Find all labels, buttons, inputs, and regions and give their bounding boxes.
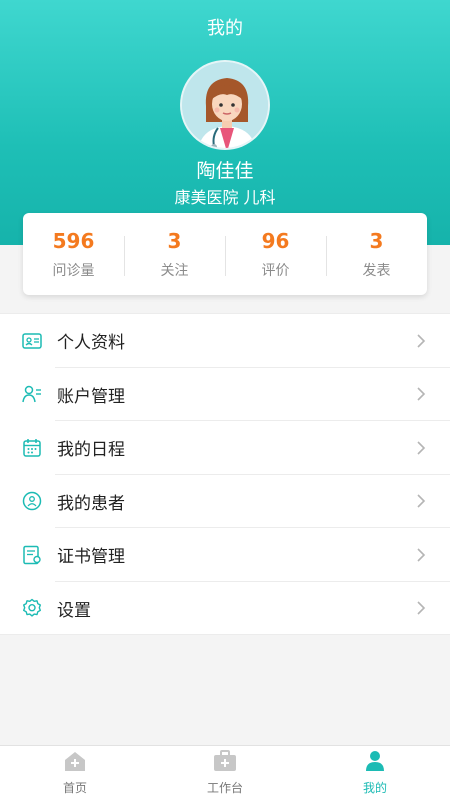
menu-item-account[interactable]: 账户管理 (0, 368, 450, 422)
tab-home[interactable]: 首页 (0, 746, 150, 800)
hospital-department: 康美医院 儿科 (174, 188, 276, 207)
stat-reviews[interactable]: 96 评价 (225, 228, 326, 280)
user-list-icon (21, 383, 43, 405)
tab-mine[interactable]: 我的 (300, 746, 450, 800)
stat-label: 关注 (160, 263, 189, 279)
certificate-icon (21, 544, 43, 566)
menu-item-certificates[interactable]: 证书管理 (0, 528, 450, 582)
menu-item-schedule[interactable]: 我的日程 (0, 421, 450, 475)
id-card-icon (21, 330, 43, 352)
medical-kit-icon (213, 750, 237, 776)
bottom-tab-bar: 首页 工作台 我的 (0, 745, 450, 800)
stat-value: 596 (52, 229, 95, 253)
calendar-icon (21, 437, 43, 459)
patient-icon (21, 490, 43, 512)
menu-item-label: 我的日程 (57, 440, 125, 461)
menu-item-personal-info[interactable]: 个人资料 (0, 314, 450, 368)
chevron-right-icon (406, 384, 436, 404)
stat-following[interactable]: 3 关注 (124, 228, 225, 280)
stat-label: 问诊量 (52, 263, 95, 279)
menu-item-patients[interactable]: 我的患者 (0, 475, 450, 529)
stat-consultations[interactable]: 596 问诊量 (23, 228, 124, 280)
home-icon (63, 750, 87, 776)
menu-item-label: 证书管理 (57, 547, 125, 568)
menu-item-label: 个人资料 (57, 333, 125, 354)
gear-icon (21, 597, 43, 619)
tab-label: 首页 (62, 781, 87, 795)
avatar[interactable] (180, 60, 270, 150)
chevron-right-icon (406, 438, 436, 458)
tab-label: 我的 (362, 781, 387, 795)
menu-item-label: 我的患者 (57, 493, 125, 514)
stat-label: 评价 (261, 263, 290, 279)
menu-item-settings[interactable]: 设置 (0, 582, 450, 636)
tab-workbench[interactable]: 工作台 (150, 746, 300, 800)
settings-menu: 个人资料 账户管理 我的日程 我的患者 证书管理 设置 (0, 313, 450, 635)
page-title: 我的 (207, 18, 243, 39)
chevron-right-icon (406, 545, 436, 565)
stat-value: 3 (369, 229, 384, 253)
tab-label: 工作台 (206, 781, 243, 795)
stats-card: 596 问诊量 3 关注 96 评价 3 发表 (23, 213, 427, 295)
doctor-name: 陶佳佳 (196, 160, 254, 182)
stat-value: 3 (167, 229, 182, 253)
profile-header: 我的 陶佳佳 康美医院 儿科 (0, 0, 450, 245)
stat-label: 发表 (362, 263, 391, 279)
chevron-right-icon (406, 491, 436, 511)
menu-item-label: 设置 (57, 600, 91, 621)
stat-value: 96 (261, 229, 290, 253)
chevron-right-icon (406, 598, 436, 618)
person-icon (363, 750, 387, 776)
menu-item-label: 账户管理 (57, 386, 125, 407)
stat-publications[interactable]: 3 发表 (326, 228, 427, 280)
chevron-right-icon (406, 331, 436, 351)
